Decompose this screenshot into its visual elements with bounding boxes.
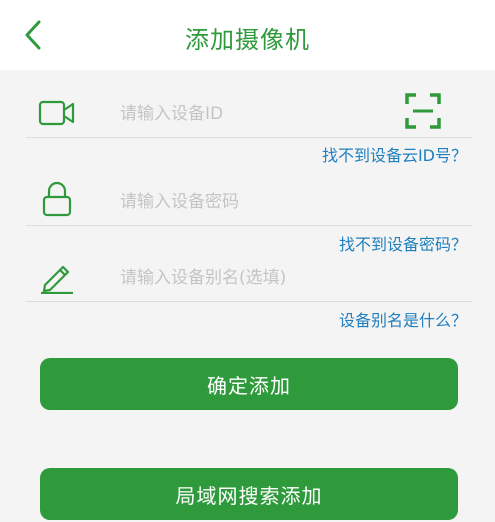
page-title: 添加摄像机: [185, 26, 310, 54]
video-camera-icon: [38, 96, 76, 130]
qr-scan-icon: [405, 93, 441, 129]
field-underline: [26, 301, 472, 302]
qr-scan-button[interactable]: [404, 92, 442, 130]
confirm-add-button[interactable]: 确定添加: [40, 358, 458, 410]
pencil-icon: [38, 260, 76, 294]
password-field: [26, 180, 472, 226]
header-bar: 添加摄像机: [0, 0, 495, 70]
alias-input[interactable]: [120, 264, 390, 292]
field-underline: [26, 225, 472, 226]
device-id-input[interactable]: [120, 100, 390, 128]
device-id-field: [26, 92, 472, 138]
lan-search-add-button[interactable]: 局域网搜索添加: [40, 468, 458, 520]
device-id-help-link[interactable]: 找不到设备云ID号？: [322, 142, 467, 166]
password-help-link[interactable]: 找不到设备密码？: [339, 231, 467, 255]
field-underline: [26, 137, 472, 138]
alias-field: [26, 256, 472, 302]
lock-icon: [38, 181, 76, 217]
password-input[interactable]: [120, 188, 390, 216]
alias-help-link[interactable]: 设备别名是什么？: [339, 307, 467, 331]
